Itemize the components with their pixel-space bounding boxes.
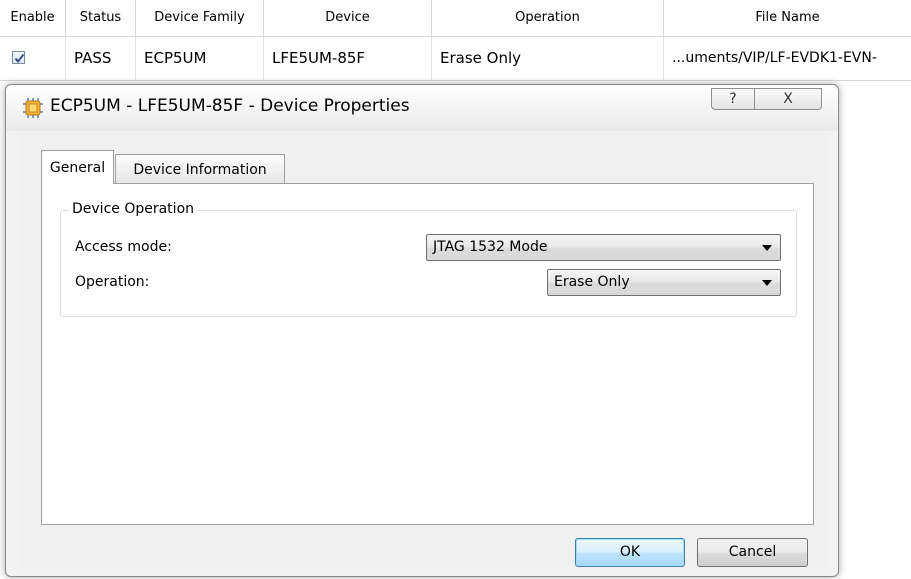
tab-general[interactable]: General <box>41 150 114 184</box>
help-button[interactable]: ? <box>711 88 755 110</box>
operation-cell: Erase Only <box>432 37 664 80</box>
operation-label: Operation: <box>75 274 150 290</box>
table-row[interactable]: PASS ECP5UM LFE5UM-85F Erase Only ...ume… <box>0 37 911 81</box>
device-cell: LFE5UM-85F <box>264 37 432 80</box>
enable-cell <box>0 37 66 80</box>
chevron-down-icon <box>762 280 772 286</box>
group-title: Device Operation <box>69 201 198 217</box>
general-tab-panel: Device Operation Access mode: JTAG 1532 … <box>41 183 814 525</box>
column-header-operation[interactable]: Operation <box>432 0 664 36</box>
table-header: Enable Status Device Family Device Opera… <box>0 0 911 37</box>
checkmark-icon <box>14 53 25 63</box>
dialog-title: ECP5UM - LFE5UM-85F - Device Properties <box>50 96 410 116</box>
access-mode-select[interactable]: JTAG 1532 Mode <box>426 234 781 261</box>
operation-value: Erase Only <box>554 274 630 290</box>
dialog-client-area: General Device Information Device Operat… <box>19 131 826 567</box>
device-properties-dialog: ECP5UM - LFE5UM-85F - Device Properties … <box>5 84 839 577</box>
close-button[interactable]: X <box>754 88 822 110</box>
cancel-button[interactable]: Cancel <box>697 538 808 567</box>
column-header-file-name[interactable]: File Name <box>664 0 911 36</box>
column-header-device[interactable]: Device <box>264 0 432 36</box>
access-mode-value: JTAG 1532 Mode <box>433 239 548 255</box>
column-header-device-family[interactable]: Device Family <box>136 0 264 36</box>
close-icon: X <box>783 91 793 107</box>
status-cell: PASS <box>66 37 136 80</box>
enable-checkbox[interactable] <box>12 51 25 64</box>
device-family-cell: ECP5UM <box>136 37 264 80</box>
tab-device-information[interactable]: Device Information <box>115 154 285 184</box>
chevron-down-icon <box>762 245 772 251</box>
dialog-titlebar[interactable]: ECP5UM - LFE5UM-85F - Device Properties … <box>6 85 838 131</box>
help-icon: ? <box>729 91 737 107</box>
column-header-enable[interactable]: Enable <box>0 0 66 36</box>
device-chip-icon <box>23 98 43 118</box>
access-mode-label: Access mode: <box>75 239 172 255</box>
file-name-cell: ...uments/VIP/LF-EVDK1-EVN- <box>672 50 877 66</box>
device-operation-group: Device Operation Access mode: JTAG 1532 … <box>60 201 797 317</box>
column-header-status[interactable]: Status <box>66 0 136 36</box>
operation-select[interactable]: Erase Only <box>547 269 781 296</box>
ok-button[interactable]: OK <box>575 538 685 567</box>
